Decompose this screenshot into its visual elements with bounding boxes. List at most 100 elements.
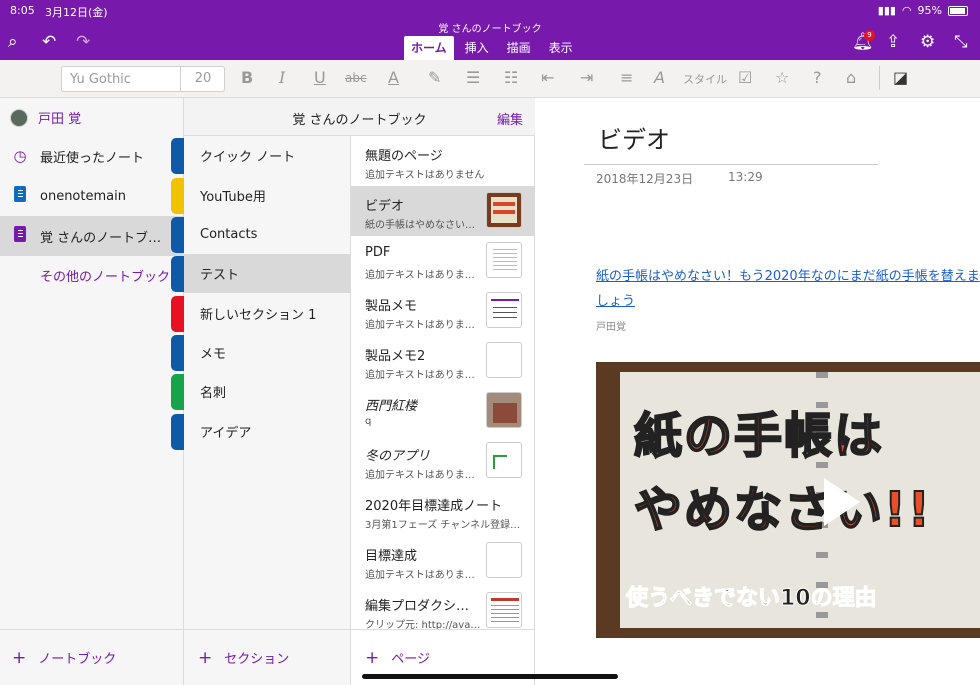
page-item[interactable]: 目標達成 追加テキストはありま…: [351, 536, 535, 586]
collapse-icon[interactable]: ⤡: [954, 32, 968, 52]
section-item-quick-notes[interactable]: クイック ノート: [184, 136, 350, 175]
page-item-selected[interactable]: ビデオ 紙の手帳はやめなさい…: [351, 186, 535, 236]
section-item-ideas[interactable]: アイデア: [184, 412, 350, 451]
section-label: 名刺: [200, 386, 227, 401]
plus-icon: +: [12, 647, 27, 668]
page-item[interactable]: 西門紅楼 q: [351, 386, 535, 436]
page-item[interactable]: 無題のページ 追加テキストはありません: [351, 136, 535, 186]
section-label: Contacts: [200, 227, 258, 242]
ribbon-toolbar: Yu Gothic 20 B I U abc A ✎ ☰ ☷ ⇤ ⇥ ≡ A ス…: [0, 60, 980, 98]
page-thumbnail: [486, 242, 522, 278]
play-icon[interactable]: [824, 478, 860, 526]
page-title: 製品メモ2: [365, 349, 426, 364]
indent-icon[interactable]: ⇥: [580, 68, 593, 88]
styles-icon[interactable]: A: [654, 68, 665, 88]
section-item-memo[interactable]: メモ: [184, 333, 350, 372]
page-item[interactable]: PDF 追加テキストはありま…: [351, 236, 535, 286]
page-thumbnail: [486, 442, 522, 478]
page-title: ビデオ: [365, 199, 405, 214]
font-color-icon[interactable]: A: [388, 68, 399, 88]
page-thumbnail: [486, 292, 522, 328]
search-icon[interactable]: ⌕: [8, 32, 18, 52]
section-item-contacts[interactable]: Contacts: [184, 215, 350, 254]
numbered-list-icon[interactable]: ☷: [504, 68, 518, 88]
undo-icon[interactable]: ↶: [42, 32, 56, 52]
strikethrough-icon[interactable]: abc: [345, 68, 367, 88]
page-title: PDF: [365, 245, 391, 260]
user-account[interactable]: 戸田 覚: [10, 108, 81, 127]
pages-pane: 無題のページ 追加テキストはありません ビデオ 紙の手帳はやめなさい… PDF …: [351, 136, 535, 685]
tab-home[interactable]: ホーム: [404, 36, 454, 60]
styles-label[interactable]: スタイル: [683, 70, 727, 90]
add-notebook-label: ノートブック: [38, 652, 117, 667]
tab-draw[interactable]: 描画: [500, 36, 538, 60]
bold-icon[interactable]: B: [241, 68, 253, 88]
section-label: 新しいセクション 1: [200, 308, 317, 323]
tag-icon[interactable]: ⌂: [846, 68, 856, 88]
edit-button[interactable]: 編集: [497, 109, 523, 128]
video-caption-line1: 紙の手帳は: [633, 407, 885, 465]
outdent-icon[interactable]: ⇤: [541, 68, 554, 88]
page-title[interactable]: ビデオ: [598, 120, 670, 155]
italic-icon[interactable]: I: [279, 68, 285, 88]
page-snippet: 3月第1フェーズ チャンネル登録…: [365, 520, 521, 531]
add-section-button[interactable]: + セクション: [184, 629, 350, 685]
tab-view[interactable]: 表示: [542, 36, 580, 60]
page-item[interactable]: 製品メモ2 追加テキストはありま…: [351, 336, 535, 386]
share-icon[interactable]: ⇪: [886, 32, 900, 52]
video-link[interactable]: 紙の手帳はやめなさい！もう2020年なのにまだ紙の手帳を替えましょう: [596, 264, 980, 314]
embedded-video[interactable]: 紙の手帳は やめなさい!! 使うべきでない10の理由: [596, 362, 980, 638]
section-color-tab: [171, 335, 184, 371]
align-icon[interactable]: ≡: [620, 68, 633, 88]
page-snippet: 追加テキストはありま…: [365, 270, 475, 281]
page-snippet: 追加テキストはありま…: [365, 370, 475, 381]
gear-icon[interactable]: ⚙: [920, 32, 935, 52]
font-name: Yu Gothic: [70, 72, 131, 87]
add-notebook-button[interactable]: + ノートブック: [0, 629, 183, 685]
tab-insert[interactable]: 挿入: [458, 36, 496, 60]
question-icon[interactable]: ?: [813, 68, 822, 88]
page-title: 無題のページ: [365, 149, 443, 164]
page-item[interactable]: 冬のアプリ 追加テキストはありま…: [351, 436, 535, 486]
page-canvas[interactable]: ビデオ 2018年12月23日 13:29 紙の手帳はやめなさい！もう2020年…: [536, 98, 980, 685]
home-indicator[interactable]: [362, 674, 618, 679]
sticky-note-icon[interactable]: ◪: [893, 68, 908, 88]
bullet-list-icon[interactable]: ☰: [466, 68, 480, 88]
checkbox-icon[interactable]: ☑: [738, 68, 752, 88]
page-date: 2018年12月23日: [596, 172, 694, 186]
page-title: 製品メモ: [365, 299, 418, 314]
font-size[interactable]: 20: [180, 67, 225, 91]
sidebar-item-recent[interactable]: ◷ 最近使ったノート: [0, 136, 183, 176]
title-divider: [584, 164, 878, 165]
page-item[interactable]: 2020年目標達成ノート 3月第1フェーズ チャンネル登録…: [351, 486, 535, 536]
section-color-tab: [171, 217, 184, 253]
underline-icon[interactable]: U: [314, 68, 326, 88]
star-icon[interactable]: ☆: [775, 68, 789, 88]
ribbon-divider: [879, 66, 880, 90]
font-selector[interactable]: Yu Gothic 20: [61, 66, 225, 92]
highlighter-icon[interactable]: ✎: [428, 68, 441, 88]
section-item-test[interactable]: テスト: [184, 254, 350, 293]
more-notebooks-link[interactable]: その他のノートブック: [40, 266, 170, 285]
section-item-new-section[interactable]: 新しいセクション 1: [184, 294, 350, 333]
page-snippet: 追加テキストはありません: [365, 170, 485, 181]
page-title: 西門紅楼: [365, 399, 418, 414]
section-color-tab: [171, 178, 184, 214]
ribbon-tabs: ホーム 挿入 描画 表示: [404, 36, 584, 60]
sections-header-title: 覚 さんのノートブック: [292, 113, 427, 128]
redo-icon[interactable]: ↷: [76, 32, 90, 52]
section-item-youtube[interactable]: YouTube用: [184, 176, 350, 215]
page-title: 2020年目標達成ノート: [365, 499, 503, 514]
sections-pane: クイック ノート YouTube用 Contacts テスト 新しいセクション …: [184, 98, 351, 685]
sidebar-item-onenotemain[interactable]: onenotemain: [0, 176, 183, 216]
section-label: テスト: [200, 268, 240, 283]
sidebar-item-current-notebook[interactable]: 覚 さんのノートブ…: [0, 216, 183, 256]
page-snippet: 追加テキストはありま…: [365, 320, 475, 331]
plus-icon: +: [198, 647, 213, 668]
sidebar-item-label: onenotemain: [40, 188, 126, 204]
section-item-business-cards[interactable]: 名刺: [184, 372, 350, 411]
section-color-tab: [171, 256, 184, 292]
page-title: 目標達成: [365, 549, 418, 564]
page-item[interactable]: 製品メモ 追加テキストはありま…: [351, 286, 535, 336]
video-caption-line3: 使うべきでない10の理由: [626, 586, 878, 612]
